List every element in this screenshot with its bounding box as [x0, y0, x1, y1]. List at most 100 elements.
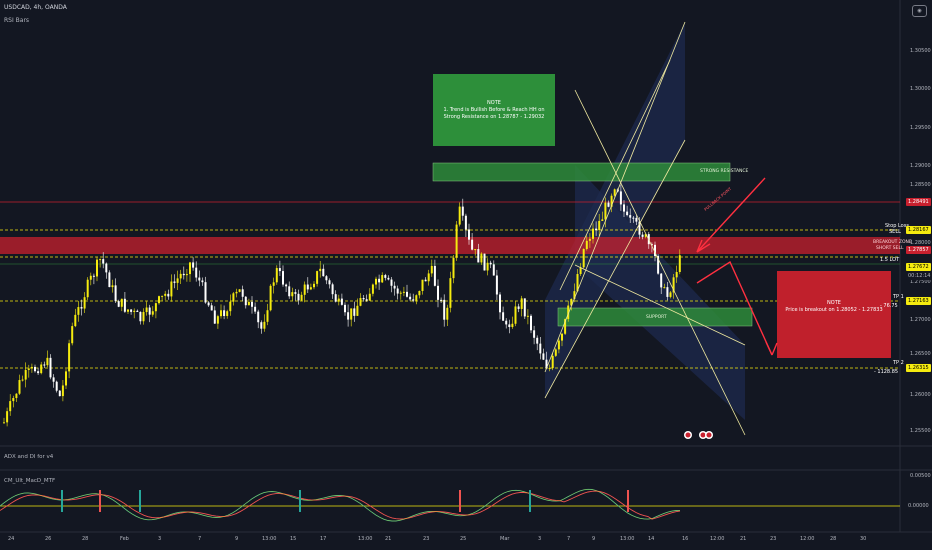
tp1-label: TP 1: [893, 294, 904, 300]
candle-body: [474, 249, 477, 251]
candle-body: [452, 257, 455, 279]
candle-body: [502, 312, 505, 321]
time-tick: 24: [8, 536, 15, 542]
time-tick: 14: [648, 536, 655, 542]
candle-body: [173, 281, 176, 283]
time-tick: 7: [567, 536, 571, 542]
candle-body: [204, 282, 207, 303]
time-tick: 21: [740, 536, 747, 542]
candle-body: [536, 337, 539, 344]
tp2-pips-label: - 1128.85: [874, 369, 899, 375]
price-box-tp1: 1.27163: [906, 297, 931, 305]
candle-body: [154, 303, 157, 312]
candle-body: [30, 366, 33, 369]
candle-body: [313, 283, 315, 288]
candle-body: [356, 305, 359, 316]
macd-indicator-label[interactable]: CM_Ult_MacD_MTF: [4, 478, 55, 484]
candle-body: [278, 268, 281, 272]
tp1-pips-label: - 76.75: [880, 303, 898, 309]
candle-body: [9, 401, 12, 412]
candle-body: [675, 272, 678, 278]
candle-body: [619, 191, 622, 205]
candle-body: [505, 320, 508, 325]
time-tick: Feb: [120, 536, 129, 542]
candle-body: [427, 273, 430, 282]
note-green: NOTE 1. Trend is Bullish Before & Reach …: [435, 100, 553, 121]
macd-tick: 0.00500: [910, 473, 931, 479]
candle-body: [551, 355, 554, 369]
candle-body: [409, 296, 412, 300]
candle-body: [65, 371, 67, 386]
candle-body: [309, 287, 312, 290]
event-markers: [684, 431, 713, 439]
candle-body: [387, 277, 390, 280]
candle-body: [530, 315, 532, 331]
candle-body: [443, 299, 446, 320]
candle-body: [220, 310, 222, 317]
candle-body: [588, 238, 591, 241]
candle-body: [483, 253, 486, 271]
candle-body: [18, 380, 21, 394]
price-tick: 1.29000: [910, 163, 931, 169]
price-tick: 1.25500: [910, 428, 931, 434]
macd-line: [0, 488, 681, 522]
candle-body: [365, 299, 368, 301]
candle-body: [207, 302, 210, 306]
candle-body: [666, 287, 669, 297]
candle-body: [229, 301, 232, 312]
candle-body: [288, 286, 291, 297]
time-tick: 28: [82, 536, 89, 542]
sell-label: SELL: [889, 229, 901, 235]
candle-body: [371, 284, 374, 294]
candle-body: [393, 285, 396, 289]
support-label: SUPPORT: [646, 315, 667, 320]
price-tick: 1.28500: [910, 182, 931, 188]
candle-body: [247, 301, 250, 306]
time-tick: 21: [385, 536, 392, 542]
candle-body: [189, 262, 191, 275]
candle-body: [216, 316, 219, 324]
candle-body: [161, 295, 164, 297]
candle-body: [142, 312, 145, 322]
candle-body: [123, 298, 126, 312]
time-tick: 17: [320, 536, 327, 542]
macd-line: [0, 489, 681, 522]
candle-body: [375, 278, 377, 285]
candle-body: [244, 296, 247, 306]
candle-body: [449, 278, 452, 308]
adx-indicator-label[interactable]: ADX and DI for v4: [4, 454, 53, 460]
candle-body: [669, 292, 672, 297]
candle-body: [384, 275, 387, 278]
candle-body: [105, 263, 108, 273]
candle-body: [55, 381, 58, 391]
price-box-resistance: 1.28491: [906, 198, 931, 206]
candle-body: [303, 284, 306, 295]
candle-body: [390, 279, 393, 286]
candle-body: [340, 298, 343, 305]
short-sell-label: SHORT SELL: [876, 246, 904, 251]
candle-body: [86, 279, 89, 298]
candle-body: [526, 315, 529, 317]
candle-body: [52, 377, 55, 382]
candle-body: [542, 353, 545, 360]
candle-body: [285, 284, 288, 287]
candle-body: [170, 281, 173, 297]
candle-body: [232, 293, 235, 302]
candle-body: [471, 239, 474, 250]
candle-body: [58, 390, 61, 397]
price-chart[interactable]: [0, 0, 932, 550]
candle-body: [344, 304, 346, 313]
candle-body: [402, 291, 405, 293]
candle-body: [464, 215, 467, 230]
time-tick: 7: [198, 536, 202, 542]
candle-body: [133, 310, 136, 312]
time-tick: 12:00: [710, 536, 725, 542]
note-green-text: 1. Trend is Bullish Before & Reach HH on…: [443, 107, 545, 120]
candle-body: [592, 228, 594, 239]
candle-body: [399, 292, 402, 294]
candle-body: [43, 364, 46, 366]
candle-body: [378, 278, 381, 283]
candle-body: [139, 311, 142, 322]
note-green-title: NOTE: [487, 100, 501, 106]
candle-body: [604, 202, 607, 220]
